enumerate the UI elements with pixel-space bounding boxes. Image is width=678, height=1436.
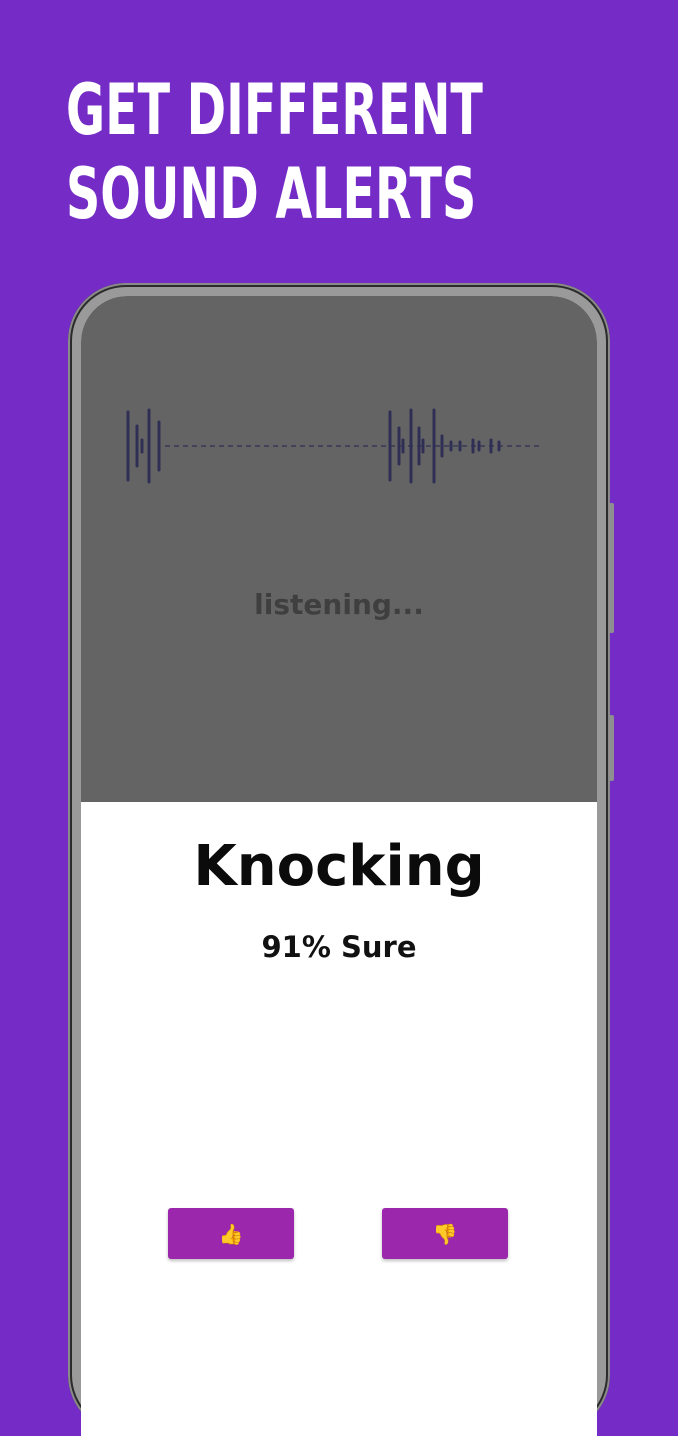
audio-waveform: [126, 408, 541, 484]
headline: GET DIFFERENT SOUND ALERTS: [66, 68, 483, 236]
confidence-text: 91% Sure: [261, 930, 417, 964]
thumbs-down-button[interactable]: 👎: [382, 1208, 508, 1259]
power-button: [609, 715, 614, 781]
listening-status: listening...: [254, 588, 424, 621]
thumbs-up-button[interactable]: 👍: [168, 1208, 294, 1259]
thumbs-up-icon: 👍: [218, 1221, 244, 1246]
volume-button: [609, 503, 614, 633]
thumbs-down-icon: 👎: [432, 1221, 458, 1246]
app-screen: listening... Knocking 91% Sure 👍 👎: [81, 296, 597, 1436]
detected-sound-title: Knocking: [193, 834, 485, 899]
phone-frame: listening... Knocking 91% Sure 👍 👎: [68, 283, 614, 1436]
headline-line-2: SOUND ALERTS: [66, 153, 477, 235]
listening-panel: listening...: [81, 296, 597, 802]
headline-line-1: GET DIFFERENT: [66, 69, 483, 151]
